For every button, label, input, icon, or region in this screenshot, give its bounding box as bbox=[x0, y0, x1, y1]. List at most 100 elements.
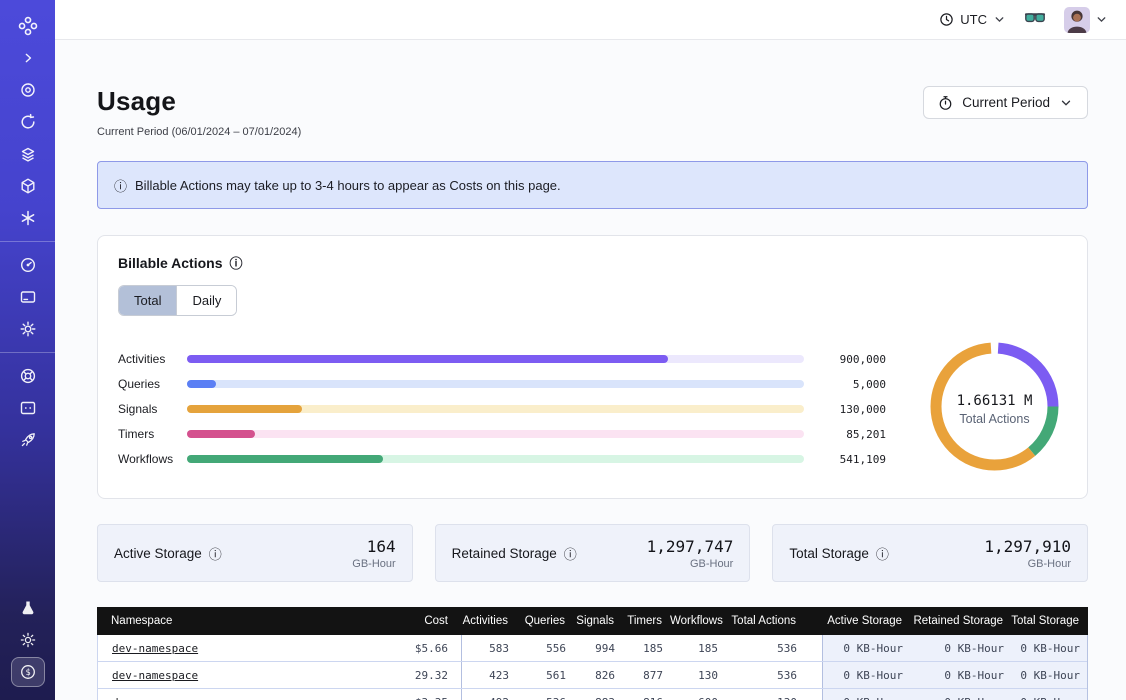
column-header-total-storage[interactable]: Total Storage bbox=[1008, 615, 1086, 627]
bar-category-label: Activities bbox=[118, 352, 187, 366]
billing-card-icon[interactable] bbox=[11, 282, 45, 312]
storage-card-unit: GB-Hour bbox=[647, 558, 734, 570]
support-lifebuoy-icon[interactable] bbox=[11, 361, 45, 391]
info-icon[interactable]: ⓘ bbox=[230, 253, 243, 272]
nexus-asterisk-icon[interactable] bbox=[11, 203, 45, 233]
page-subtitle: Current Period (06/01/2024 – 07/01/2024) bbox=[97, 126, 301, 138]
theme-sun-icon[interactable] bbox=[11, 625, 45, 655]
goggles-icon[interactable] bbox=[1024, 10, 1046, 30]
queries-cell: 556 bbox=[517, 635, 574, 661]
column-header-cost[interactable]: Cost bbox=[377, 615, 461, 627]
billable-bar-row: Activities 900,000 bbox=[118, 347, 886, 372]
bar-track bbox=[187, 455, 804, 463]
donut-center-label: Total Actions bbox=[959, 412, 1029, 426]
queries-cell: 536 bbox=[517, 689, 574, 700]
sidebar-expand-icon[interactable] bbox=[11, 43, 45, 73]
storage-card-value: 164 bbox=[352, 537, 395, 556]
main-area: UTC Usage Current Period (06/01/2024 – 0… bbox=[55, 0, 1126, 700]
billable-view-toggle: Total Daily bbox=[118, 285, 237, 316]
bar-fill bbox=[187, 380, 216, 388]
timers-cell: 185 bbox=[623, 635, 671, 661]
total-storage-cell: 0 KB-Hour bbox=[1009, 635, 1087, 661]
total-storage-card: Total Storageⓘ 1,297,910GB-Hour bbox=[772, 524, 1088, 582]
tab-total[interactable]: Total bbox=[119, 286, 177, 315]
namespace-cell: dev-namespace bbox=[98, 662, 378, 688]
storage-summary-row: Active Storageⓘ 164GB-Hour Retained Stor… bbox=[97, 524, 1088, 582]
chevron-down-icon bbox=[1095, 13, 1108, 26]
table-row: dev-namespace $5.66 583 556 994 185 185 … bbox=[98, 635, 1087, 662]
sidebar: $ bbox=[0, 0, 55, 700]
timezone-label: UTC bbox=[960, 12, 987, 27]
column-header-active-storage[interactable]: Active Storage bbox=[821, 615, 907, 627]
column-header-namespace[interactable]: Namespace bbox=[97, 615, 377, 627]
namespace-usage-table: Namespace Cost Activities Queries Signal… bbox=[97, 607, 1088, 700]
column-header-timers[interactable]: Timers bbox=[622, 615, 670, 627]
period-selector-label: Current Period bbox=[962, 95, 1050, 110]
labs-flask-icon[interactable] bbox=[11, 593, 45, 623]
namespace-cell: dev-namespace bbox=[98, 689, 378, 700]
terminal-icon[interactable] bbox=[11, 393, 45, 423]
tab-daily[interactable]: Daily bbox=[177, 286, 236, 315]
bar-track bbox=[187, 405, 804, 413]
signals-cell: 826 bbox=[574, 662, 623, 688]
billable-bar-chart: Activities 900,000 Queries 5,000 Signals… bbox=[118, 347, 886, 472]
namespace-link[interactable]: dev-namespace bbox=[112, 669, 198, 682]
active-storage-cell: 0 KB-Hour bbox=[822, 635, 908, 661]
bar-value: 541,109 bbox=[816, 453, 886, 466]
bar-fill bbox=[187, 355, 668, 363]
bar-track bbox=[187, 430, 804, 438]
bar-value: 85,201 bbox=[816, 428, 886, 441]
namespace-link[interactable]: dev-namespace bbox=[112, 696, 198, 700]
getting-started-rocket-icon[interactable] bbox=[11, 425, 45, 455]
info-icon: ⓘ bbox=[114, 176, 127, 195]
active-storage-cell: 0 KB-Hour bbox=[822, 689, 908, 700]
timezone-selector[interactable]: UTC bbox=[939, 12, 1006, 27]
info-banner: ⓘ Billable Actions may take up to 3-4 ho… bbox=[97, 161, 1088, 209]
billable-actions-card: Billable Actions ⓘ Total Daily Activitie… bbox=[97, 235, 1088, 499]
schedules-icon[interactable] bbox=[11, 107, 45, 137]
signals-cell: 883 bbox=[574, 689, 623, 700]
total-storage-cell: 0 KB-Hour bbox=[1009, 689, 1087, 700]
avatar bbox=[1064, 7, 1090, 33]
workflows-cell: 600 bbox=[671, 689, 726, 700]
column-header-retained-storage[interactable]: Retained Storage bbox=[907, 615, 1008, 627]
temporal-logo-icon[interactable] bbox=[11, 11, 45, 41]
billable-bar-row: Workflows 541,109 bbox=[118, 447, 886, 472]
storage-card-label: Total Storage bbox=[789, 546, 869, 561]
column-header-activities[interactable]: Activities bbox=[461, 615, 516, 627]
info-icon[interactable]: ⓘ bbox=[564, 544, 577, 563]
usage-billing-coin-icon[interactable]: $ bbox=[11, 657, 45, 687]
bar-category-label: Signals bbox=[118, 402, 187, 416]
bar-track bbox=[187, 355, 804, 363]
column-header-queries[interactable]: Queries bbox=[516, 615, 573, 627]
sidebar-divider bbox=[0, 352, 55, 353]
total-actions-donut: 1.66131 M Total Actions bbox=[922, 334, 1067, 484]
info-icon[interactable]: ⓘ bbox=[876, 544, 889, 563]
usage-gauge-icon[interactable] bbox=[11, 250, 45, 280]
column-header-workflows[interactable]: Workflows bbox=[670, 615, 725, 627]
workflows-cell: 130 bbox=[671, 662, 726, 688]
layers-icon[interactable] bbox=[11, 139, 45, 169]
deployments-cube-icon[interactable] bbox=[11, 171, 45, 201]
column-header-signals[interactable]: Signals bbox=[573, 615, 622, 627]
banner-text: Billable Actions may take up to 3-4 hour… bbox=[135, 178, 561, 193]
period-selector-button[interactable]: Current Period bbox=[923, 86, 1088, 119]
billable-actions-title: Billable Actions bbox=[118, 255, 223, 271]
clock-icon bbox=[939, 12, 954, 27]
table-body: dev-namespace $5.66 583 556 994 185 185 … bbox=[97, 635, 1088, 700]
namespace-link[interactable]: dev-namespace bbox=[112, 642, 198, 655]
page-title: Usage bbox=[97, 86, 301, 117]
info-icon[interactable]: ⓘ bbox=[209, 544, 222, 563]
workflows-cell: 185 bbox=[671, 635, 726, 661]
bar-value: 130,000 bbox=[816, 403, 886, 416]
settings-gear-icon[interactable] bbox=[11, 314, 45, 344]
namespaces-icon[interactable] bbox=[11, 75, 45, 105]
timers-cell: 877 bbox=[623, 662, 671, 688]
cost-cell: $3.35 bbox=[378, 689, 462, 700]
total-actions-cell: 536 bbox=[726, 662, 822, 688]
cost-cell: 29.32 bbox=[378, 662, 462, 688]
user-menu[interactable] bbox=[1064, 7, 1108, 33]
donut-center-value: 1.66131 M bbox=[957, 393, 1033, 409]
topbar: UTC bbox=[55, 0, 1126, 40]
column-header-total-actions[interactable]: Total Actions bbox=[725, 615, 821, 627]
